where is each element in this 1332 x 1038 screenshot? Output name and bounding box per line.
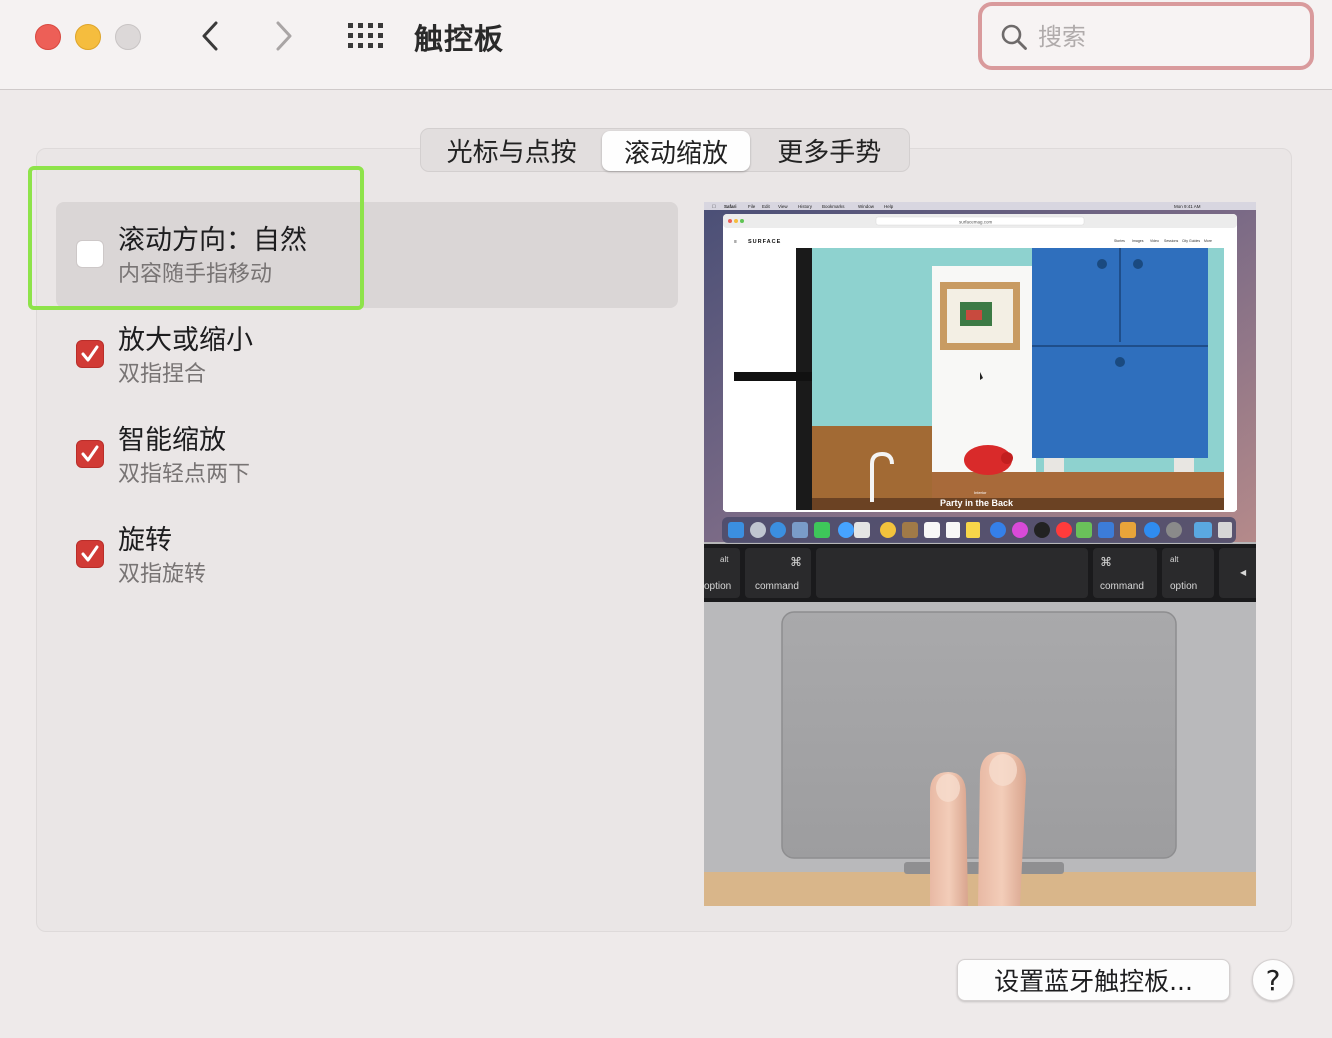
site-nav-item: More [1204,239,1212,243]
setup-bluetooth-trackpad-button[interactable]: 设置蓝牙触控板... [957,959,1230,1001]
key-label: command [755,581,799,592]
keyboard-keys: alt option ⌘ command ⌘ command alt optio… [704,548,1256,598]
tab-bar: 光标与点按 滚动缩放 更多手势 [420,128,910,172]
dock-icons [728,522,1232,538]
option-subtitle: 双指捏合 [118,362,207,387]
checkmark-icon [81,345,99,362]
caption-kicker: Interior [974,490,987,495]
close-window-button[interactable] [35,24,61,50]
menubar-item: View [778,204,788,209]
option-title: 智能缩放 [118,425,226,456]
tab-point-and-click[interactable]: 光标与点按 [421,129,602,171]
option-title: 滚动方向：自然 [118,225,307,256]
option-subtitle: 双指旋转 [118,562,207,587]
site-nav-item: Stories [1114,239,1125,243]
menubar-item: Bookmarks [822,204,845,209]
rotate-checkbox[interactable] [76,540,104,568]
preview-illustration:  Safari File Edit View History Bookmark… [704,202,1256,906]
checkmark-icon [81,545,99,562]
search-icon [1001,24,1027,50]
menubar-item: Window [858,204,875,209]
title-bar: 触控板 [0,0,1332,90]
search-field[interactable] [978,2,1314,70]
option-subtitle: 内容随手指移动 [118,262,273,287]
smart-zoom-checkbox[interactable] [76,440,104,468]
site-nav-item: City Guides [1182,239,1200,243]
option-title: 旋转 [118,525,172,556]
spacebar [816,548,1088,598]
browser-url: surfacemag.com [959,220,993,225]
key-label: ◀ [1240,568,1247,577]
svg-text:≡: ≡ [734,239,737,245]
site-logo: SURFACE [748,239,781,245]
gesture-preview-video:  Safari File Edit View History Bookmark… [704,202,1256,906]
menubar-item: History [798,204,813,209]
search-input[interactable] [1038,18,1288,56]
caption: Party in the Back [940,498,1014,508]
option-subtitle: 双指轻点两下 [118,462,251,487]
menubar-item: Help [884,204,894,209]
tab-more-gestures[interactable]: 更多手势 [750,129,909,171]
help-button[interactable]: ? [1252,959,1294,1001]
checkmark-icon [81,445,99,462]
window-title: 触控板 [414,22,505,56]
grid-icon [348,23,383,48]
tab-scroll-and-zoom[interactable]: 滚动缩放 [602,131,750,171]
chevron-right-icon [276,21,292,51]
key-label: option [704,581,731,592]
menubar-item: Safari [724,204,737,209]
key-label: ⌘ [1100,555,1112,569]
key-label: option [1170,581,1197,592]
menubar-clock: Mon 9:41 AM [1174,204,1201,209]
menubar-item: File [748,204,756,209]
key-label: alt [720,555,729,564]
show-all-preferences-button[interactable] [347,22,385,50]
minimize-window-button[interactable] [75,24,101,50]
zoom-in-out-checkbox[interactable] [76,340,104,368]
site-nav-item: Images [1132,239,1144,243]
site-nav-item: Video [1150,239,1159,243]
back-button[interactable] [190,16,230,56]
key-label: ⌘ [790,555,802,569]
scroll-direction-checkbox[interactable] [76,240,104,268]
forward-button[interactable] [264,16,304,56]
key-label: command [1100,581,1144,592]
svg-text::  [712,204,716,210]
option-title: 放大或缩小 [118,325,253,356]
trackpad [781,611,1177,859]
key-label: alt [1170,555,1179,564]
chevron-left-icon [202,21,218,51]
menubar-item: Edit [762,204,771,209]
zoom-window-button[interactable] [115,24,141,50]
site-nav-item: Sessions [1164,239,1178,243]
